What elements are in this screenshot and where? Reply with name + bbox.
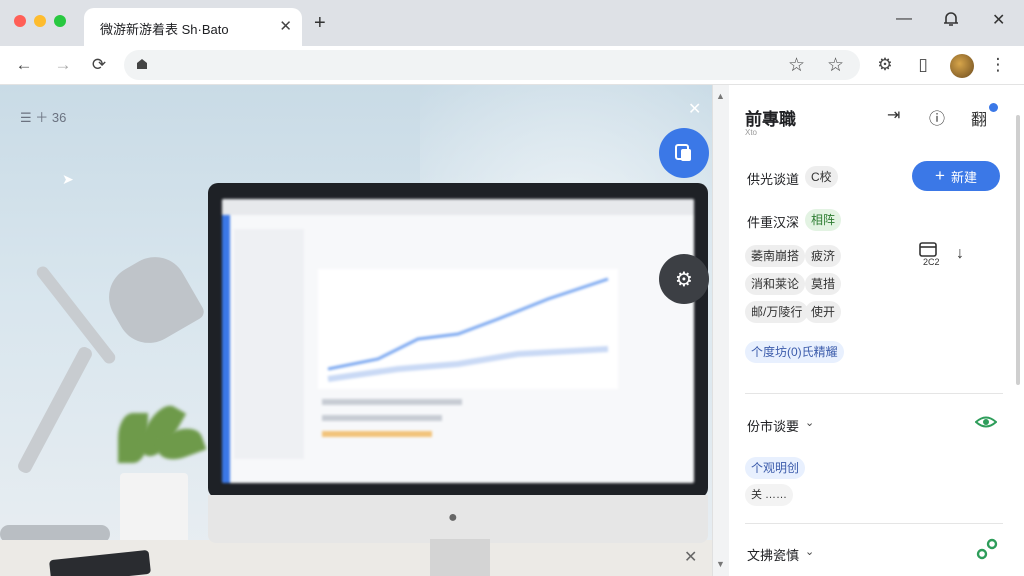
floating-copy-button[interactable] [659, 128, 709, 178]
maximize-window-button[interactable] [54, 15, 66, 27]
screen-accent [222, 215, 230, 483]
minimize-icon[interactable]: — [896, 10, 912, 28]
section2-label[interactable]: 文拂瓷慎 [747, 545, 799, 564]
screen-row [322, 415, 442, 421]
new-button[interactable]: + 新建 [912, 161, 1000, 191]
share-icon[interactable]: ⇥ [887, 105, 900, 125]
lamp-arm-lower [15, 344, 95, 476]
lamp-head [97, 245, 207, 355]
chevron-down-icon[interactable]: ⌄ [805, 545, 814, 558]
calendar-label: 2C2 [923, 257, 940, 267]
browser-window: 微游新游着表 Sh·Bato ✕ + — ✕ ← → ⟳ ☆ ☆ ⚙ ▯ ⋮ ☰… [0, 0, 1024, 576]
lamp-arm-upper [34, 264, 118, 366]
grid-chip[interactable]: 使开 [805, 301, 842, 323]
green-chip[interactable]: 个观明创 [745, 457, 806, 479]
window-controls [14, 15, 66, 27]
tab-title: 微游新游着表 Sh·Bato [100, 22, 229, 37]
monitor [208, 183, 708, 498]
close-overlay-icon[interactable]: ✕ [688, 99, 701, 119]
info-icon[interactable]: ⓘ [929, 105, 945, 129]
screen-topbar [222, 199, 694, 215]
grid-chip[interactable]: 疲济 [805, 245, 842, 267]
row2-chip[interactable]: 相阵 [805, 209, 842, 231]
small-row[interactable]: 关 …… [745, 484, 794, 506]
monitor-screen [222, 199, 694, 483]
cursor-icon: ➤ [62, 171, 74, 187]
row2-label: 件重汉深 [747, 215, 800, 230]
screen-chart-area [318, 269, 618, 389]
row1-chip[interactable]: C校 [805, 166, 838, 188]
tab-close-icon[interactable]: ✕ [279, 17, 292, 35]
minimize-window-button[interactable] [34, 15, 46, 27]
star-icon[interactable]: ☆ [788, 54, 805, 77]
tab-strip: 微游新游着表 Sh·Bato ✕ + — ✕ [0, 0, 1024, 46]
menu-icon[interactable]: ⋮ [987, 54, 1009, 76]
screen-row [322, 399, 462, 405]
monitor-stand [430, 539, 490, 576]
bell-icon[interactable] [942, 10, 960, 33]
close-bottom-icon[interactable]: ✕ [684, 547, 697, 567]
device-icon[interactable]: ▯ [912, 54, 934, 76]
floating-settings-button[interactable]: ⚙ [659, 254, 709, 304]
panel-subtitle: Xto [745, 128, 758, 137]
content-top-left-controls[interactable]: ☰ ＋ 36 [20, 107, 66, 126]
row1-label: 供光谈道 [747, 172, 800, 187]
panel-scrollbar[interactable] [1016, 115, 1020, 385]
close-window-button[interactable] [14, 15, 26, 27]
reload-icon[interactable]: ⟳ [88, 54, 110, 76]
panel-header-label[interactable]: 翻 [971, 106, 987, 130]
scroll-down-icon[interactable]: ▼ [716, 559, 725, 569]
active-tab[interactable]: 微游新游着表 Sh·Bato ✕ [84, 8, 302, 46]
close-icon[interactable]: ✕ [992, 10, 1005, 30]
panel-title: 前專職 [745, 110, 796, 129]
chevron-down-icon[interactable]: ⌄ [805, 416, 814, 429]
page-image: ☰ ＋ 36 ➤ ● ✕ ⚙ ✕ [0, 85, 712, 576]
side-panel: 前專職 Xto ⇥ ⓘ 翻 供光谈道 C校 + 新建 件重汉深 相阵 萎南崩搭 … [729, 85, 1024, 576]
section1-label[interactable]: 份市谈要 [747, 416, 799, 435]
blue-chip[interactable]: 个度坊(0)氏精耀 [745, 341, 844, 363]
divider [745, 523, 1003, 524]
lock-icon [134, 56, 150, 77]
plus-icon: + [935, 166, 945, 185]
new-button-label: 新建 [950, 169, 977, 185]
forward-icon[interactable]: → [52, 54, 74, 76]
sort-down-icon[interactable]: ↓ [956, 245, 964, 263]
eye-icon[interactable] [974, 413, 998, 436]
settings-icon[interactable]: ⚙ [874, 54, 896, 76]
content-scrollbar[interactable]: ▲ ▼ [712, 85, 729, 576]
grid-chip[interactable]: 萎南崩搭 [745, 245, 806, 267]
bookmark-icon[interactable]: ☆ [827, 54, 844, 77]
avatar[interactable] [950, 54, 974, 78]
monitor-chin: ● [208, 495, 708, 543]
screen-row [322, 431, 432, 437]
grid-chip[interactable]: 莫措 [805, 273, 842, 295]
screen-sidebar [234, 229, 304, 459]
address-bar[interactable]: ☆ ☆ [124, 50, 860, 80]
grid-chip[interactable]: 消和莱论 [745, 273, 806, 295]
notification-badge [989, 103, 998, 112]
apple-logo-icon: ● [448, 509, 458, 526]
link-icon[interactable] [975, 537, 999, 566]
scroll-up-icon[interactable]: ▲ [716, 91, 725, 101]
divider [745, 393, 1003, 394]
toolbar: ← → ⟳ ☆ ☆ ⚙ ▯ ⋮ [0, 46, 1024, 85]
new-tab-button[interactable]: + [314, 13, 326, 33]
back-icon[interactable]: ← [13, 54, 35, 76]
grid-chip[interactable]: 邮/万陵行 [745, 301, 809, 323]
gear-icon: ⚙ [675, 268, 693, 291]
